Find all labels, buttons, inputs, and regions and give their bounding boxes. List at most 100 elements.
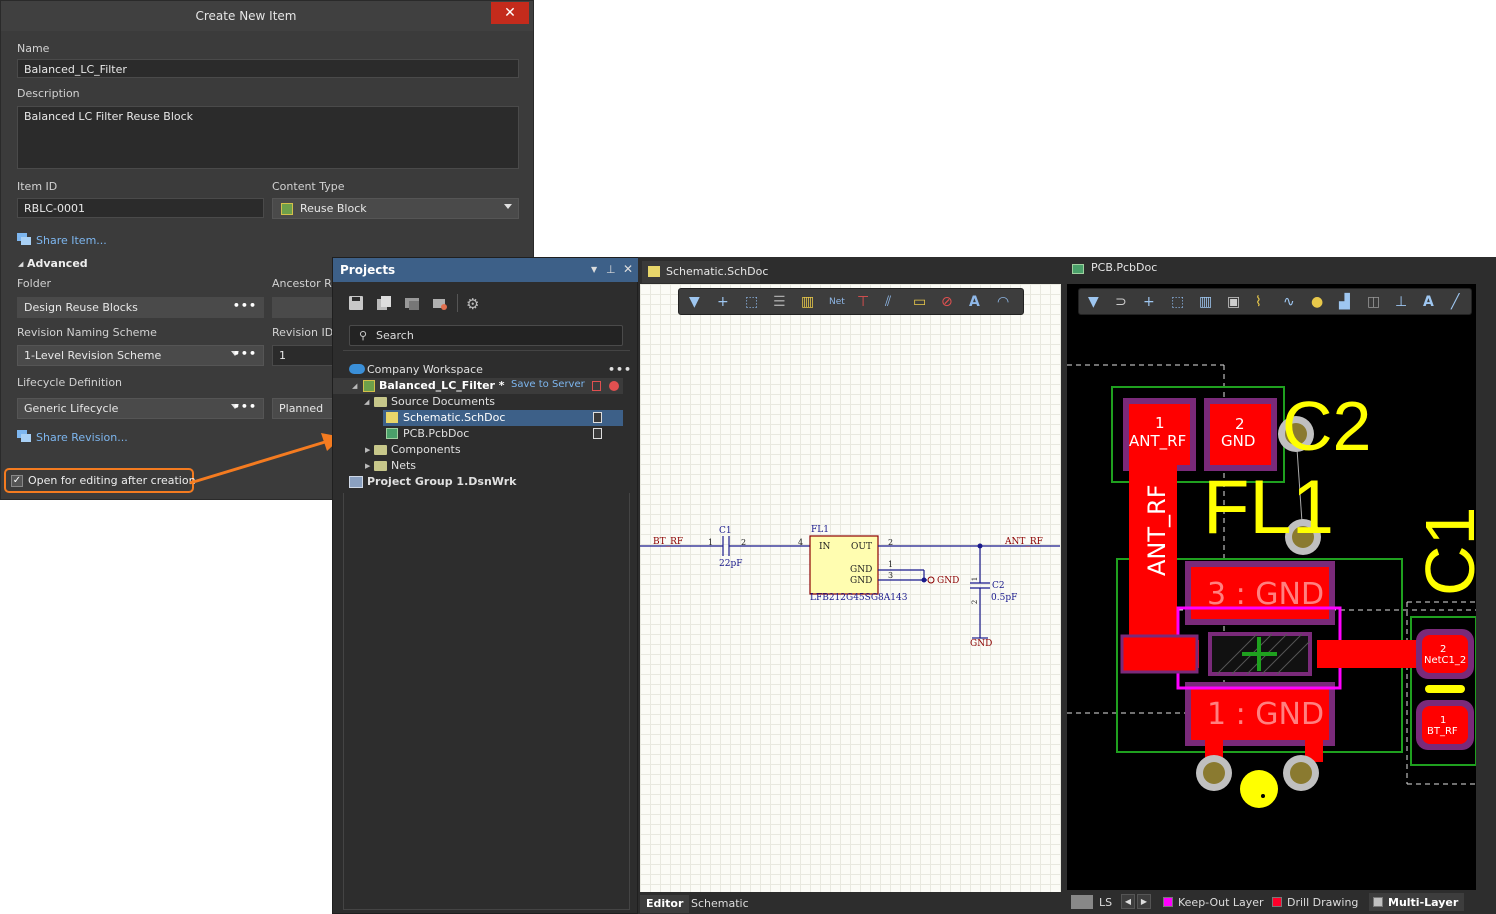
route-icon[interactable]: ⊃ [1115, 295, 1127, 309]
port-icon[interactable]: ▭ [913, 295, 926, 309]
workspace-menu-icon[interactable]: ••• [608, 363, 632, 376]
project-group-icon [349, 476, 363, 488]
layer-prev-icon[interactable]: ◀ [1121, 894, 1135, 909]
search-box[interactable]: ⚲ Search [349, 325, 623, 346]
power-port-icon[interactable]: ⊤ [857, 295, 869, 309]
c2-pad2-net: GND [1221, 432, 1256, 450]
interactive-route-icon[interactable]: ⌇ [1255, 295, 1262, 309]
select-icon[interactable]: ⬚ [1171, 295, 1184, 309]
component-icon[interactable]: ▣ [1227, 295, 1240, 309]
fl1-designator[interactable]: FL1 [811, 525, 829, 535]
callout-arrow [189, 433, 342, 485]
pin-icon[interactable]: ⊥ [606, 263, 616, 276]
browse-dots-icon[interactable]: ••• [233, 299, 257, 312]
tree-project[interactable]: ◢ Balanced_LC_Filter * Save to Server [333, 378, 623, 394]
revision-id-label: Revision ID [272, 326, 334, 339]
gnd-port-label[interactable]: GND [937, 576, 959, 586]
layer-set-swatch[interactable] [1071, 895, 1093, 909]
layer-tab-drill-drawing[interactable]: Drill Drawing [1272, 896, 1358, 909]
ancestor-field[interactable] [272, 297, 334, 318]
pcb-tab[interactable]: PCB.PcbDoc [1069, 261, 1157, 274]
collapsed-triangle-icon[interactable]: ▶ [365, 462, 370, 470]
tree-components[interactable]: ▶ Components [333, 442, 623, 458]
open-for-editing-checkbox[interactable]: ✓ [11, 475, 23, 487]
layer-next-icon[interactable]: ▶ [1137, 894, 1151, 909]
tab-editor[interactable]: Editor [640, 895, 690, 913]
gnd-power-label[interactable]: GND [970, 639, 992, 649]
c1-pin1: 1 [708, 538, 714, 547]
layer-set-label[interactable]: LS [1099, 896, 1112, 909]
layer-tab-keep-out[interactable]: Keep-Out Layer [1163, 896, 1264, 909]
c2-designator[interactable]: C2 [992, 581, 1005, 591]
project-options-icon[interactable] [405, 296, 419, 310]
tab-schematic[interactable]: Schematic [685, 895, 755, 913]
revision-id-field[interactable]: 1 [272, 345, 334, 366]
item-id-field[interactable]: RBLC-0001 [17, 198, 264, 218]
browse-dots-icon[interactable]: ••• [233, 400, 257, 413]
harness-icon[interactable]: ⫽ [885, 295, 891, 309]
share-item-link[interactable]: Share Item... [36, 234, 107, 247]
part-icon[interactable]: ▥ [801, 295, 814, 309]
close-button[interactable]: ✕ [491, 2, 529, 24]
c1-designator[interactable]: C1 [1411, 506, 1476, 596]
share-revision-link[interactable]: Share Revision... [36, 431, 128, 444]
description-field[interactable]: Balanced LC Filter Reuse Block [17, 106, 519, 169]
source-documents-label: Source Documents [391, 395, 495, 408]
panel-menu-icon[interactable]: ▼ [591, 265, 597, 274]
polygon-icon[interactable]: ▟ [1339, 295, 1350, 309]
content-type-select[interactable]: Reuse Block [272, 198, 519, 219]
move-icon[interactable]: + [1143, 295, 1155, 309]
region-icon[interactable]: ◫ [1367, 295, 1380, 309]
save-all-icon[interactable] [377, 296, 391, 310]
dimension-icon[interactable]: ⊥ [1395, 295, 1407, 309]
folder-open-icon[interactable] [433, 296, 447, 310]
net-label-ant-rf[interactable]: ANT_RF [1005, 537, 1043, 547]
tree-workspace[interactable]: Company Workspace ••• [333, 362, 631, 378]
c1-designator[interactable]: C1 [719, 526, 732, 536]
collapsed-triangle-icon[interactable]: ▶ [365, 446, 370, 454]
browse-dots-icon[interactable]: ••• [233, 347, 257, 360]
expanded-triangle-icon[interactable]: ◢ [352, 382, 357, 390]
collapse-triangle-icon[interactable]: ◢ [18, 260, 23, 268]
filter-icon[interactable]: ▼ [689, 295, 700, 309]
filter-icon[interactable]: ▼ [1088, 295, 1099, 309]
text-icon[interactable]: A [1423, 295, 1434, 309]
advanced-section-label[interactable]: Advanced [27, 257, 88, 270]
name-field[interactable]: Balanced_LC_Filter [17, 59, 519, 78]
c2-designator[interactable]: C2 [1282, 391, 1371, 461]
close-icon[interactable]: ✕ [623, 262, 633, 276]
save-to-server-link[interactable]: Save to Server [511, 379, 585, 390]
tree-schematic-doc[interactable]: Schematic.SchDoc [383, 410, 623, 426]
diff-pair-icon[interactable]: ∿ [1283, 295, 1295, 309]
share-icon [17, 233, 31, 245]
via-icon[interactable]: ● [1311, 295, 1323, 309]
directive-icon[interactable]: ⊘ [941, 295, 953, 309]
lifecycle-state-select[interactable]: Planned [272, 398, 334, 419]
expanded-triangle-icon[interactable]: ◢ [364, 398, 369, 406]
open-for-editing-label[interactable]: Open for editing after creation [28, 474, 196, 487]
lifecycle-select[interactable]: Generic Lifecycle ••• [17, 398, 264, 419]
tree-nets[interactable]: ▶ Nets [333, 458, 623, 474]
arc-icon[interactable]: ◠ [997, 295, 1009, 309]
layer-tab-multi-layer[interactable]: Multi-Layer [1369, 893, 1465, 911]
move-icon[interactable]: + [717, 295, 729, 309]
line-icon[interactable]: ╱ [1451, 295, 1459, 309]
net-label-bt-rf[interactable]: BT_RF [653, 537, 683, 547]
tree-pcb-doc[interactable]: PCB.PcbDoc [333, 426, 623, 442]
net-label-icon[interactable]: Net [829, 295, 845, 309]
folder-field[interactable]: Design Reuse Blocks ••• [17, 297, 264, 318]
close-project-icon[interactable] [609, 381, 619, 391]
tree-source-documents[interactable]: ◢ Source Documents [333, 394, 623, 410]
text-icon[interactable]: A [969, 295, 980, 309]
align-icon[interactable]: ▥ [1199, 295, 1212, 309]
tree-project-group[interactable]: Project Group 1.DsnWrk [333, 474, 623, 490]
revision-naming-select[interactable]: 1-Level Revision Scheme ••• [17, 345, 264, 366]
select-icon[interactable]: ⬚ [745, 295, 758, 309]
gear-icon[interactable]: ⚙ [466, 295, 479, 313]
pcb-canvas[interactable]: 1 ANT_RF 2 GND C2 FL1 C1 ANT_RF 3 : GND … [1067, 284, 1476, 892]
save-icon[interactable] [349, 296, 363, 310]
schematic-doc-icon [386, 412, 398, 423]
align-icon[interactable]: ☰ [773, 295, 786, 309]
schematic-tab[interactable]: Schematic.SchDoc [642, 261, 768, 283]
fl1-designator[interactable]: FL1 [1203, 470, 1334, 546]
